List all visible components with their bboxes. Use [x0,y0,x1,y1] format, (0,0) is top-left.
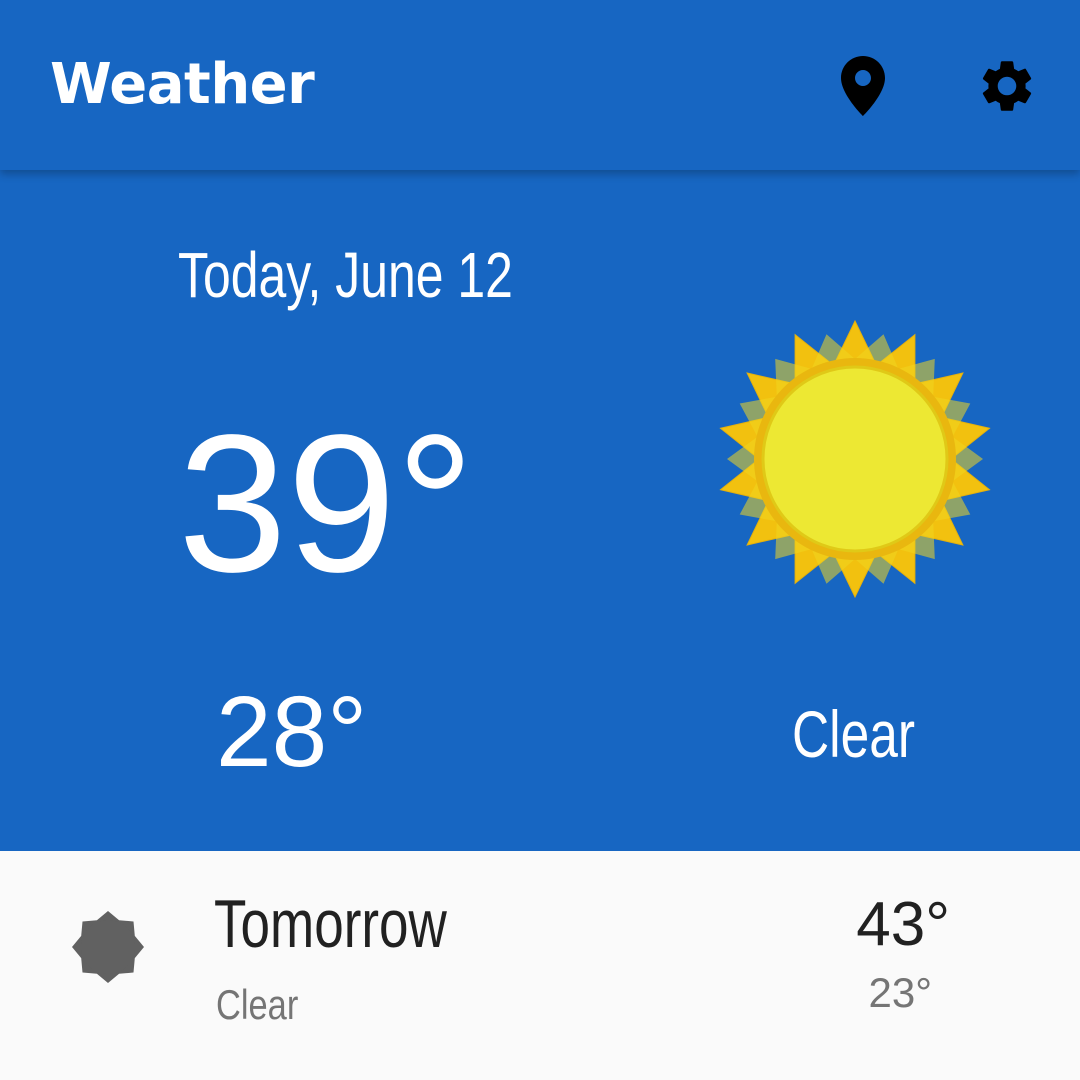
today-high-temp: 39° [178,394,475,613]
forecast-description: Clear [216,981,299,1028]
app-toolbar: Weather [0,0,1080,170]
settings-button[interactable] [972,50,1042,122]
today-description: Clear [792,697,916,771]
location-button[interactable] [828,50,898,122]
gear-icon [982,61,1032,111]
sun-icon [719,319,991,599]
forecast-high-temp: 43° [856,890,950,959]
forecast-day: Tomorrow [214,886,447,962]
sun-icon [72,911,144,983]
app-title: Weather [50,52,315,117]
forecast-low-temp: 23° [868,969,932,1016]
forecast-list-item[interactable]: Tomorrow Clear 43° 23° [0,851,1080,1080]
today-date: Today, June 12 [178,239,513,311]
weather-app: Weather Today, June 12 39° 28° Clear Tom… [0,0,1080,1080]
today-low-temp: 28° [216,676,368,788]
today-card[interactable]: Today, June 12 39° 28° Clear [0,170,1080,851]
location-pin-icon [841,56,885,116]
